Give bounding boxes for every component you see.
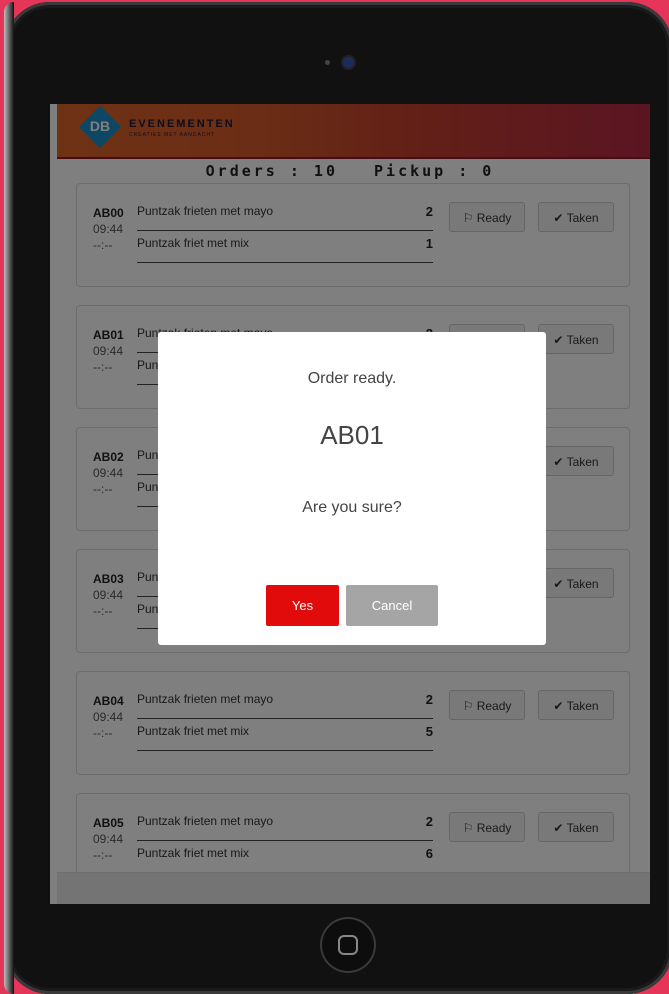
sensor — [325, 60, 330, 65]
camera — [343, 57, 354, 68]
confirm-dialog: Order ready. AB01 Are you sure? Yes Canc… — [158, 332, 546, 645]
home-icon — [338, 935, 358, 955]
cancel-button[interactable]: Cancel — [346, 585, 438, 626]
dialog-order-code: AB01 — [320, 420, 384, 450]
screen: DB EVENEMENTEN CREATIES MET AANDACHT Ord… — [50, 104, 650, 904]
home-button[interactable] — [322, 919, 374, 971]
dialog-question: Are you sure? — [302, 499, 402, 516]
tablet-frame: DB EVENEMENTEN CREATIES MET AANDACHT Ord… — [4, 2, 669, 994]
modal-backdrop[interactable]: Order ready. AB01 Are you sure? Yes Canc… — [50, 104, 650, 904]
yes-button[interactable]: Yes — [266, 585, 339, 626]
dialog-title: Order ready. — [307, 370, 397, 387]
tablet-edge — [4, 2, 14, 994]
